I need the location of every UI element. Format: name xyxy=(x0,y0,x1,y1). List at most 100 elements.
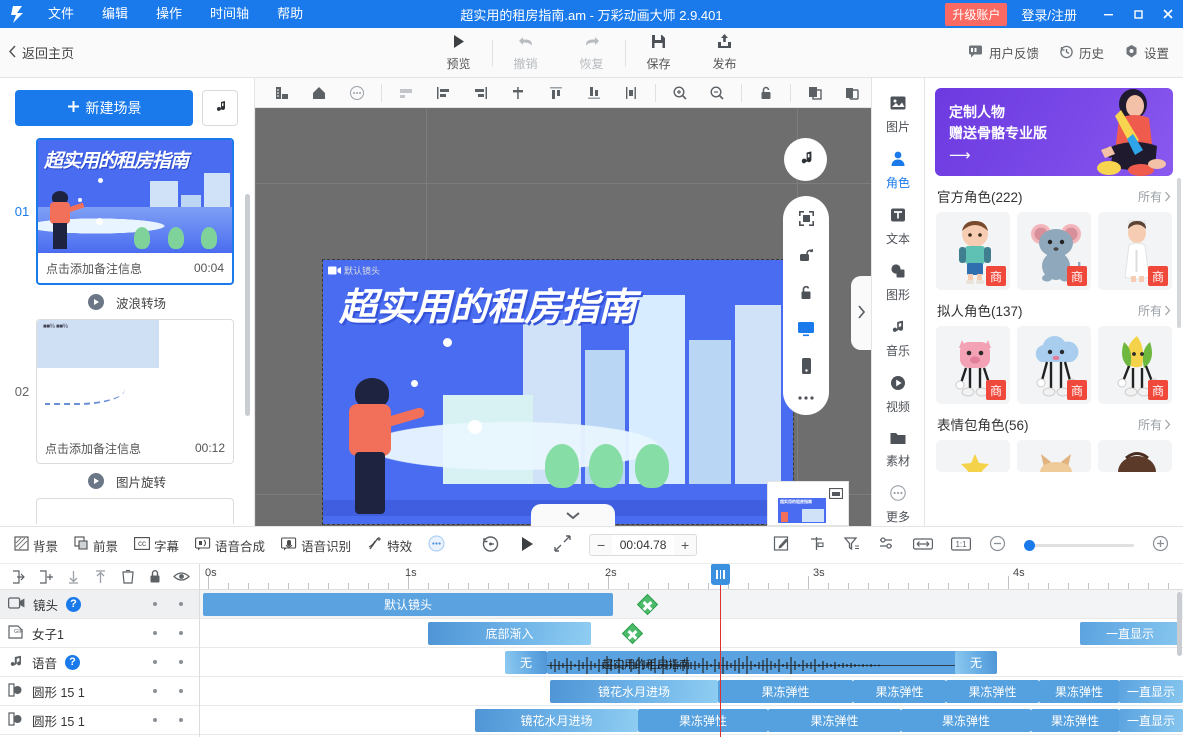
scene-list[interactable]: 01 超实用的租房指南 点击添加备注信息 00:04 波浪转场 02 ■■% ■… xyxy=(0,134,254,524)
menu-timeline[interactable]: 时间轴 xyxy=(196,0,263,28)
redo-button[interactable]: 恢复 xyxy=(559,33,625,72)
asset-card-star-emoji[interactable] xyxy=(936,440,1010,472)
section-view-all[interactable]: 所有 xyxy=(1138,302,1171,319)
canvas-music-button[interactable] xyxy=(784,138,827,181)
keyframe-marker[interactable] xyxy=(621,622,644,645)
zoom-slider-knob[interactable] xyxy=(1024,539,1035,551)
tab-materials[interactable]: 素材 xyxy=(886,430,910,469)
clip-jelly-elastic[interactable]: 果冻弹性 xyxy=(718,680,853,703)
clip-always-show[interactable]: 一直显示 xyxy=(1080,622,1180,645)
timeline-ruler[interactable]: 0s 1s 2s 3s 4s xyxy=(200,564,1183,590)
insert-track-icon[interactable] xyxy=(6,569,33,584)
more-tools-button[interactable] xyxy=(428,535,445,555)
playhead-handle[interactable] xyxy=(711,564,730,585)
scene-row[interactable]: 01 超实用的租房指南 点击添加备注信息 00:04 xyxy=(0,138,254,285)
track-row-circle15-2[interactable]: 镜花水月进场 果冻弹性 果冻弹性 果冻弹性 果冻弹性 一直显示 xyxy=(200,706,1183,735)
split-icon[interactable] xyxy=(808,535,825,555)
zoom-in-icon[interactable] xyxy=(661,78,699,108)
timeline-vertical-scrollbar[interactable] xyxy=(1177,592,1182,656)
track-row-woman1[interactable]: 底部渐入 一直显示 xyxy=(200,619,1183,648)
scene-note[interactable]: 点击添加备注信息 xyxy=(45,440,141,457)
clip-jelly-elastic[interactable]: 果冻弹性 xyxy=(1031,709,1119,732)
asset-card-hair-emoji[interactable] xyxy=(1098,440,1172,472)
home-icon[interactable] xyxy=(301,78,339,108)
tab-shapes[interactable]: 图形 xyxy=(886,262,910,303)
tab-music[interactable]: 音乐 xyxy=(886,318,910,359)
time-stepper[interactable]: − 00:04.78 + xyxy=(589,534,698,556)
track-row-circle15-1[interactable]: 镜花水月进场 果冻弹性 果冻弹性 果冻弹性 果冻弹性 一直显示 xyxy=(200,677,1183,706)
canvas-expand-panel-button[interactable] xyxy=(851,276,871,350)
zoom-out-icon[interactable] xyxy=(699,78,737,108)
fit-screen-icon[interactable] xyxy=(798,210,815,227)
settings-sliders-icon[interactable] xyxy=(878,535,895,555)
tab-text[interactable]: 文本 xyxy=(886,206,910,247)
track-help-icon[interactable]: ? xyxy=(65,654,81,670)
lock-icon[interactable] xyxy=(141,569,168,584)
subtitle-button[interactable]: cc 字幕 xyxy=(134,536,179,555)
clip-voice-waveform[interactable]: 超实用的租房指南 xyxy=(547,651,977,674)
transition-play-icon[interactable] xyxy=(87,473,104,489)
scene-card-1[interactable]: 超实用的租房指南 点击添加备注信息 00:04 xyxy=(36,138,234,285)
unlock-icon[interactable] xyxy=(798,284,815,301)
new-scene-button[interactable]: 新建场景 xyxy=(15,90,193,126)
canvas-stage-area[interactable]: 默认镜头 超实用的租房指南 超实用的租房指南 xyxy=(255,108,871,526)
paste-icon[interactable] xyxy=(833,78,871,108)
upgrade-account-button[interactable]: 升级账户 xyxy=(945,2,1008,26)
track-toggles[interactable] xyxy=(153,689,199,693)
track-toggles[interactable] xyxy=(153,718,199,722)
foreground-button[interactable]: 前景 xyxy=(74,536,118,555)
track-header-voice[interactable]: 语音 ? xyxy=(0,648,199,677)
asset-card-nurse[interactable]: 商 xyxy=(1098,212,1172,290)
distribute-h-icon[interactable] xyxy=(612,78,650,108)
add-track-icon[interactable] xyxy=(33,569,60,584)
zoom-in-button[interactable] xyxy=(1152,535,1169,555)
play-icon[interactable] xyxy=(518,535,536,556)
clip-jelly-elastic[interactable]: 果冻弹性 xyxy=(901,709,1031,732)
menu-operation[interactable]: 操作 xyxy=(142,0,196,28)
close-button[interactable] xyxy=(1153,0,1183,28)
replay-icon[interactable] xyxy=(481,534,500,556)
clip-jelly-elastic[interactable]: 果冻弹性 xyxy=(853,680,946,703)
time-decrease-button[interactable]: − xyxy=(590,535,612,555)
clip-none-end[interactable]: 无 xyxy=(955,651,997,674)
delete-icon[interactable] xyxy=(114,569,141,584)
track-header-woman1[interactable]: GIF 女子1 xyxy=(0,619,199,648)
clip-mirror-flower-entry[interactable]: 镜花水月进场 xyxy=(550,680,718,703)
align-bottom-icon[interactable] xyxy=(575,78,613,108)
scene-transition[interactable]: 图片旋转 xyxy=(0,464,254,498)
expand-arrows-icon[interactable] xyxy=(554,535,571,555)
track-row-camera[interactable]: 默认镜头 xyxy=(200,590,1183,619)
section-view-all[interactable]: 所有 xyxy=(1138,416,1171,433)
track-row-voice[interactable]: 无 超实用的租房指南 无 xyxy=(200,648,1183,677)
clip-bottom-fade-in[interactable]: 底部渐入 xyxy=(428,622,591,645)
time-increase-button[interactable]: + xyxy=(674,535,696,555)
one-to-one-icon[interactable]: 1:1 xyxy=(951,536,971,554)
scene-card-2[interactable]: ■■% ■■% 点击添加备注信息 00:12 xyxy=(36,319,234,464)
clip-jelly-elastic[interactable]: 果冻弹性 xyxy=(946,680,1039,703)
eye-icon[interactable] xyxy=(168,570,195,583)
asset-card-dog-emoji[interactable] xyxy=(1017,440,1091,472)
tab-more[interactable]: 更多 xyxy=(886,484,910,525)
track-toggles[interactable] xyxy=(153,660,199,664)
track-toggles[interactable] xyxy=(153,631,199,635)
rotate-icon[interactable] xyxy=(798,247,815,264)
assets-scrollbar[interactable] xyxy=(1177,178,1181,328)
zoom-out-button[interactable] xyxy=(989,535,1006,555)
align-left-icon[interactable] xyxy=(424,78,462,108)
mobile-icon[interactable] xyxy=(800,357,813,375)
copy-icon[interactable] xyxy=(796,78,834,108)
align-right-icon[interactable] xyxy=(462,78,500,108)
track-header-circle15-2[interactable]: 圆形 15 1 xyxy=(0,706,199,735)
track-toggles[interactable] xyxy=(153,602,199,606)
scene-row[interactable] xyxy=(0,498,254,524)
track-help-icon[interactable]: ? xyxy=(66,596,82,612)
lock-icon[interactable] xyxy=(747,78,785,108)
clip-mirror-flower-entry[interactable]: 镜花水月进场 xyxy=(475,709,638,732)
monitor-icon[interactable] xyxy=(797,321,815,337)
asset-card-pig[interactable]: 商 xyxy=(936,326,1010,404)
menu-help[interactable]: 帮助 xyxy=(263,0,317,28)
promo-banner[interactable]: 定制人物 赠送骨骼专业版 ⟶ xyxy=(935,88,1173,176)
scene-transition[interactable]: 波浪转场 xyxy=(0,285,254,319)
publish-button[interactable]: 发布 xyxy=(692,33,758,72)
maximize-button[interactable] xyxy=(1123,0,1153,28)
